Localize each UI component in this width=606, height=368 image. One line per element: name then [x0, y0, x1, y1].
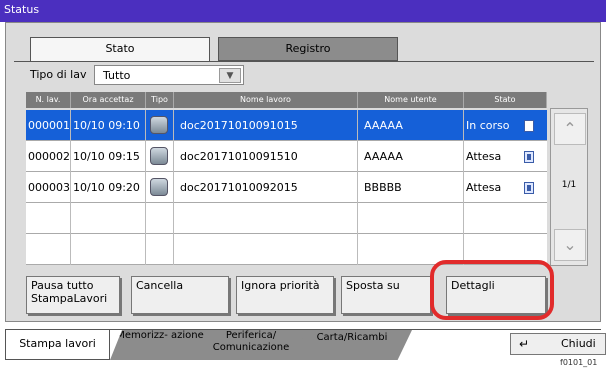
header-user-name: Nome utente — [358, 92, 464, 108]
tab-device-communication[interactable]: Periferica/ Comunicazione — [192, 330, 310, 360]
header-status: Stato — [464, 92, 547, 108]
empty-cell — [26, 203, 71, 234]
highlight-circle — [430, 260, 554, 320]
status-icon — [524, 120, 534, 132]
tab-stato[interactable]: Stato — [30, 37, 210, 62]
status-text: In corso — [466, 119, 510, 132]
empty-cell — [71, 203, 146, 234]
empty-cell — [358, 203, 464, 234]
empty-cell — [146, 234, 174, 265]
header-job-number: N. lav. — [26, 92, 71, 108]
accepted-time: 10/10 09:15 — [71, 141, 146, 172]
header-job-name: Nome lavoro — [174, 92, 358, 108]
job-name: doc20171010092015 — [174, 172, 358, 203]
table-row[interactable]: 000002 10/10 09:15 doc20171010091510 AAA… — [26, 141, 547, 172]
figure-id: f0101_01 — [560, 358, 598, 367]
waiting-icon — [524, 182, 534, 194]
type-cell — [146, 110, 174, 141]
empty-cell — [71, 234, 146, 265]
cancel-button[interactable]: Cancella — [131, 276, 229, 314]
close-button[interactable]: ↵ Chiudi — [510, 333, 606, 355]
tab-print-jobs[interactable]: Stampa lavori — [5, 330, 110, 360]
table-row[interactable]: 000003 10/10 09:20 doc20171010092015 BBB… — [26, 172, 547, 203]
return-arrow-icon: ↵ — [519, 337, 530, 351]
status-cell: Attesa — [464, 141, 547, 172]
scroll-down-button[interactable]: ⌄ — [554, 229, 586, 261]
chevron-up-icon: ⌃ — [563, 119, 577, 138]
ignore-priority-button[interactable]: Ignora priorità — [236, 276, 334, 314]
user-name: AAAAA — [358, 141, 464, 172]
job-name: doc20171010091015 — [174, 110, 358, 141]
empty-cell — [174, 203, 358, 234]
type-cell — [146, 141, 174, 172]
status-cell: Attesa — [464, 172, 547, 203]
table-row-empty — [26, 203, 547, 234]
printer-icon — [150, 147, 168, 165]
empty-cell — [26, 234, 71, 265]
close-label: Chiudi — [561, 337, 596, 350]
empty-cell — [146, 203, 174, 234]
job-number: 000001 — [26, 110, 71, 141]
job-name: doc20171010091510 — [174, 141, 358, 172]
printer-icon — [150, 178, 168, 196]
status-text: Attesa — [466, 181, 502, 194]
tab-paper-supplies[interactable]: Carta/Ricambi — [292, 330, 412, 360]
job-type-select[interactable]: Tutto ▼ — [94, 65, 244, 85]
job-type-label: Tipo di lav — [30, 68, 87, 81]
type-cell — [146, 172, 174, 203]
table-row[interactable]: 000001 10/10 09:10 doc20171010091015 AAA… — [26, 110, 547, 141]
printer-icon — [150, 116, 168, 134]
job-number: 000003 — [26, 172, 71, 203]
scroll-up-button[interactable]: ⌃ — [554, 113, 586, 145]
window-title: Status — [0, 0, 606, 22]
waiting-icon — [524, 151, 534, 163]
empty-cell — [174, 234, 358, 265]
header-accepted-time: Ora accettaz — [71, 92, 146, 108]
accepted-time: 10/10 09:20 — [71, 172, 146, 203]
status-text: Attesa — [466, 150, 502, 163]
status-cell: In corso — [464, 110, 547, 141]
accepted-time: 10/10 09:10 — [71, 110, 146, 141]
chevron-down-icon: ⌄ — [563, 235, 577, 254]
header-type: Tipo — [146, 92, 174, 108]
pause-all-button[interactable]: Pausa tutto StampaLavori — [26, 276, 120, 314]
job-type-value: Tutto — [103, 69, 131, 82]
job-number: 000002 — [26, 141, 71, 172]
chevron-down-icon: ▼ — [219, 68, 241, 83]
user-name: BBBBB — [358, 172, 464, 203]
move-up-button[interactable]: Sposta su — [341, 276, 431, 314]
user-name: AAAAA — [358, 110, 464, 141]
tab-registro[interactable]: Registro — [218, 37, 398, 61]
page-indicator: 1/1 — [561, 180, 577, 190]
